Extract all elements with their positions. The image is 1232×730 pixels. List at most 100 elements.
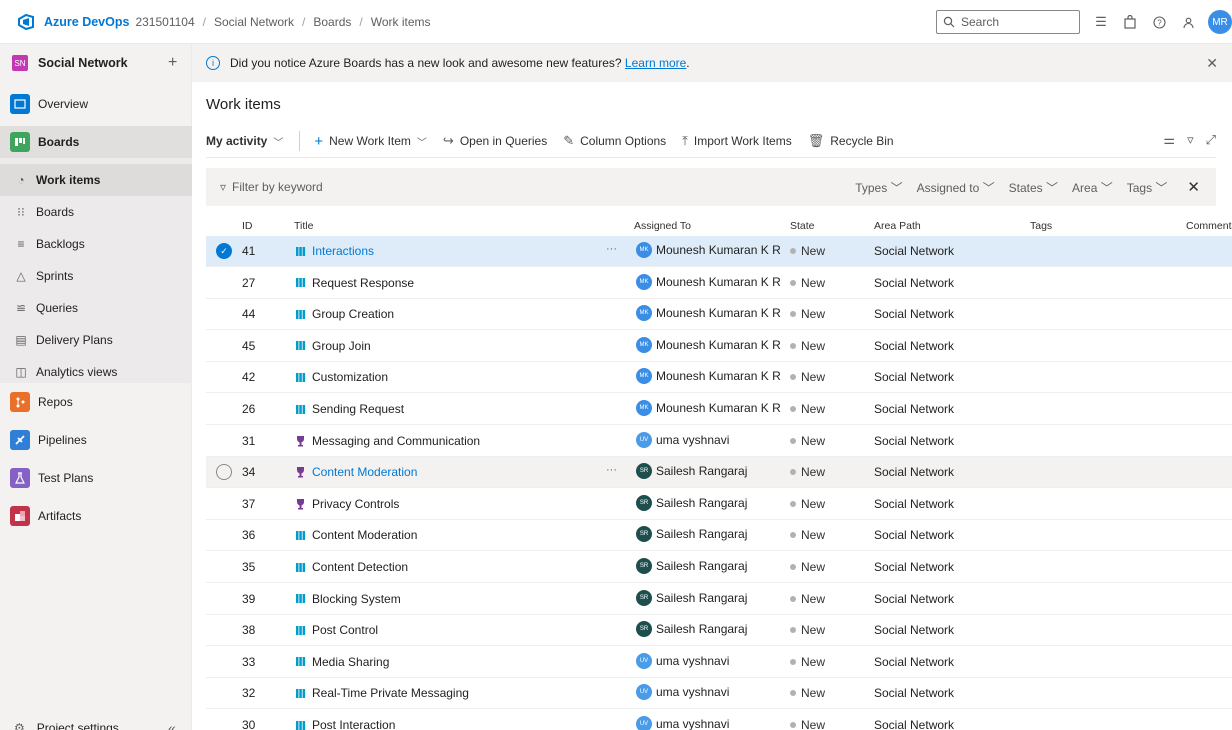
project-settings[interactable]: ⚙ Project settings « <box>0 712 192 730</box>
row-state[interactable]: New <box>790 370 825 384</box>
row-assigned-to[interactable]: MK Mounesh Kumaran K R <box>636 336 781 353</box>
column-options-button[interactable]: ✎ Column Options <box>563 133 666 149</box>
sidebar-item-queries[interactable]: ≌ Queries <box>0 292 192 324</box>
row-select-checkbox[interactable] <box>216 464 232 481</box>
table-row[interactable]: 45 Group Join MK Mounesh Kumaran K R New Soci… <box>206 331 1232 362</box>
more-actions-icon[interactable]: ··· <box>606 243 617 255</box>
sidebar-item-boards[interactable]: Boards <box>0 126 192 158</box>
row-title[interactable]: Group Creation <box>294 307 394 321</box>
keyword-filter-input[interactable]: Filter by keyword <box>232 180 323 194</box>
new-work-item-button[interactable]: + New Work Item ﹀ <box>314 133 427 150</box>
column-header-comments[interactable]: Comments <box>1186 220 1232 232</box>
row-title[interactable]: Real-Time Private Messaging <box>294 686 469 700</box>
row-assigned-to[interactable]: MK Mounesh Kumaran K R <box>636 305 781 322</box>
table-row[interactable]: 37 Privacy Controls SR Sailesh Rangaraj New S… <box>206 489 1232 520</box>
table-row[interactable]: 36 Content Moderation SR Sailesh Rangaraj Ne… <box>206 520 1232 552</box>
row-state[interactable]: New <box>790 434 825 448</box>
row-assigned-to[interactable]: SR Sailesh Rangaraj <box>636 463 747 480</box>
row-state[interactable]: New <box>790 528 825 542</box>
sidebar-item-artifacts[interactable]: Artifacts <box>0 500 192 532</box>
row-state[interactable]: New <box>790 465 825 479</box>
search-input[interactable]: Search <box>936 10 1080 34</box>
row-assigned-to[interactable]: UV uma vyshnavi <box>636 652 729 669</box>
row-assigned-to[interactable]: SR Sailesh Rangaraj <box>636 621 747 638</box>
row-state[interactable]: New <box>790 623 825 637</box>
table-row[interactable]: 34 Content Moderation ··· SR Sailesh Rangara… <box>206 457 1232 489</box>
filter-states-dropdown[interactable]: States ﹀ <box>1009 179 1058 196</box>
sidebar-item-sprints[interactable]: △ Sprints <box>0 260 192 292</box>
table-row[interactable]: 31 Messaging and Communication UV uma vyshn… <box>206 426 1232 457</box>
table-row[interactable]: 30 Post Interaction UV uma vyshnavi New Socia… <box>206 710 1232 730</box>
column-header-assigned-to[interactable]: Assigned To <box>634 220 691 232</box>
sidebar-item-overview[interactable]: Overview <box>0 88 192 120</box>
filter-types-dropdown[interactable]: Types ﹀ <box>855 179 902 196</box>
row-state[interactable]: New <box>790 402 825 416</box>
row-state[interactable]: New <box>790 276 825 290</box>
row-title[interactable]: Blocking System <box>294 592 401 606</box>
row-selected-checkmark-icon[interactable]: ✓ <box>216 243 232 259</box>
row-assigned-to[interactable]: MK Mounesh Kumaran K R <box>636 400 781 416</box>
row-state[interactable]: New <box>790 339 825 353</box>
add-icon[interactable]: + <box>168 54 177 72</box>
view-options-icon[interactable]: ⚌ <box>1163 132 1175 148</box>
task-list-icon[interactable]: ☰ <box>1092 13 1110 31</box>
open-in-queries-button[interactable]: ↪ Open in Queries <box>443 133 547 149</box>
row-assigned-to[interactable]: MK Mounesh Kumaran K R <box>636 368 781 385</box>
breadcrumb-project[interactable]: Social Network <box>214 15 294 29</box>
filter-tags-dropdown[interactable]: Tags ﹀ <box>1127 179 1168 196</box>
row-state[interactable]: New <box>790 655 825 669</box>
row-title[interactable]: Post Control <box>294 623 378 637</box>
row-title[interactable]: Content Moderation <box>294 465 417 479</box>
row-assigned-to[interactable]: SR Sailesh Rangaraj <box>636 558 747 574</box>
row-assigned-to[interactable]: SR Sailesh Rangaraj <box>636 589 747 606</box>
sidebar-item-pipelines[interactable]: Pipelines <box>0 424 192 456</box>
table-row[interactable]: 26 Sending Request MK Mounesh Kumaran K R Ne… <box>206 394 1232 425</box>
table-row[interactable]: 35 Content Detection SR Sailesh Rangaraj New… <box>206 552 1232 583</box>
organization-name[interactable]: 231501104 <box>135 15 194 29</box>
row-state[interactable]: New <box>790 244 825 258</box>
row-title[interactable]: Group Join <box>294 339 371 353</box>
view-selector[interactable]: My activity ﹀ <box>206 134 283 149</box>
more-actions-icon[interactable]: ··· <box>606 464 617 476</box>
row-title[interactable]: Messaging and Communication <box>294 434 480 448</box>
row-title[interactable]: Content Moderation <box>294 528 417 542</box>
brand-name[interactable]: Azure DevOps <box>44 15 129 29</box>
sidebar-item-delivery-plans[interactable]: ▤ Delivery Plans <box>0 324 192 356</box>
azure-devops-logo-icon[interactable] <box>14 10 38 34</box>
column-header-title[interactable]: Title <box>294 220 313 232</box>
row-assigned-to[interactable]: MK Mounesh Kumaran K R <box>636 242 781 258</box>
row-state[interactable]: New <box>790 718 825 730</box>
row-title[interactable]: Post Interaction <box>294 718 395 730</box>
table-row[interactable]: ✓ 41 Interactions ··· MK Mounesh Kumaran K R N… <box>206 236 1232 267</box>
row-assigned-to[interactable]: MK Mounesh Kumaran K R <box>636 273 781 290</box>
recycle-bin-button[interactable]: 🗑 Recycle Bin <box>808 133 894 149</box>
row-title[interactable]: Media Sharing <box>294 655 389 669</box>
table-row[interactable]: 44 Group Creation MK Mounesh Kumaran K R New… <box>206 299 1232 331</box>
filter-assigned-to-dropdown[interactable]: Assigned to ﹀ <box>917 179 995 196</box>
row-state[interactable]: New <box>790 592 825 606</box>
learn-more-link[interactable]: Learn more <box>625 56 686 70</box>
row-state[interactable]: New <box>790 560 825 574</box>
column-header-id[interactable]: ID <box>242 220 253 232</box>
row-title[interactable]: Privacy Controls <box>294 497 399 511</box>
row-assigned-to[interactable]: UV uma vyshnavi <box>636 431 729 448</box>
column-header-area-path[interactable]: Area Path <box>874 220 921 232</box>
sidebar-item-test-plans[interactable]: Test Plans <box>0 462 192 494</box>
sidebar-item-kanban-boards[interactable]: ⁝⁝ Boards <box>0 196 192 228</box>
filter-icon[interactable]: ▿ <box>1187 132 1194 148</box>
breadcrumb-boards[interactable]: Boards <box>313 15 351 29</box>
import-work-items-button[interactable]: ⤒ Import Work Items <box>682 133 792 149</box>
row-assigned-to[interactable]: UV uma vyshnavi <box>636 716 729 730</box>
table-row[interactable]: 32 Real-Time Private Messaging UV uma vyshn… <box>206 678 1232 710</box>
row-assigned-to[interactable]: UV uma vyshnavi <box>636 684 729 701</box>
table-row[interactable]: 27 Request Response MK Mounesh Kumaran K R N… <box>206 268 1232 299</box>
expand-icon[interactable]: ⤢ <box>1206 132 1216 148</box>
column-header-tags[interactable]: Tags <box>1030 220 1052 232</box>
row-state[interactable]: New <box>790 307 825 321</box>
sidebar-item-backlogs[interactable]: ≡ Backlogs <box>0 228 192 260</box>
table-row[interactable]: 33 Media Sharing UV uma vyshnavi New Social N… <box>206 647 1232 678</box>
row-state[interactable]: New <box>790 686 825 700</box>
table-row[interactable]: 42 Customization MK Mounesh Kumaran K R New S… <box>206 362 1232 394</box>
marketplace-bag-icon[interactable] <box>1121 13 1139 31</box>
user-settings-icon[interactable] <box>1179 13 1197 31</box>
